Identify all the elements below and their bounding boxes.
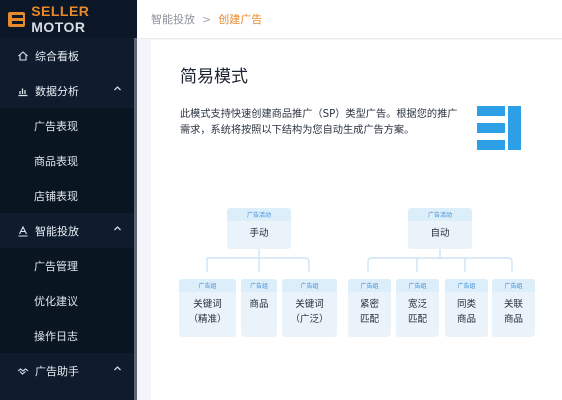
logo-seller-text: SELLER xyxy=(31,3,90,19)
breadcrumb-parent[interactable]: 智能投放 xyxy=(151,11,195,27)
adgroup-node-keyword-exact: 广告组 关键词 （精准） xyxy=(179,279,236,337)
adgroup-label-line1: 商品 xyxy=(249,299,269,310)
breadcrumb: 智能投放 > 创建广告 xyxy=(137,0,562,39)
sidebar-item-product-performance[interactable]: 商品表现 xyxy=(0,143,137,178)
campaign-tag: 广告活动 xyxy=(408,208,472,221)
adgroup-node-substitutes: 广告组 同类 商品 xyxy=(445,279,488,337)
sidebar-item-label: 操作日志 xyxy=(34,329,78,343)
sidebar-item-label: 商品表现 xyxy=(34,154,78,168)
chevron-up-icon xyxy=(113,364,122,376)
adgroup-label-line1: 关联 xyxy=(503,299,523,310)
sidebar-group-ad-assistant[interactable]: 广告助手 xyxy=(0,353,137,388)
sidebar-item-ad-management[interactable]: 广告管理 xyxy=(0,248,137,283)
adgroup-label-line2: 匹配 xyxy=(359,314,379,325)
sidebar-item-label: 广告表现 xyxy=(34,119,78,133)
adgroup-label-line2: （精准） xyxy=(188,314,227,325)
adgroup-label-line2: 匹配 xyxy=(407,314,427,325)
sidebar-item-label: 数据分析 xyxy=(35,84,79,98)
logo-icon xyxy=(8,11,26,27)
adgroup-label-line2: 商品 xyxy=(503,314,523,325)
adgroup-label-line2: 商品 xyxy=(456,314,476,325)
adgroup-node-close-match: 广告组 紧密 匹配 xyxy=(348,279,391,337)
app-logo[interactable]: SELLER MOTOR xyxy=(0,0,137,38)
adgroup-label-line1: 关键词 xyxy=(295,299,324,310)
adgroup-tag: 广告组 xyxy=(282,279,337,292)
adgroup-label-line1: 关键词 xyxy=(193,299,222,310)
text-a-icon xyxy=(17,225,29,237)
adgroup-node-product: 广告组 商品 xyxy=(241,279,277,337)
sidebar-item-label: 店铺表现 xyxy=(34,189,78,203)
main-content: 简易模式 此模式支持快速创建商品推广（SP）类型广告。根据您的推广需求，系统将按… xyxy=(151,40,562,400)
sidebar-item-label: 优化建议 xyxy=(34,294,78,308)
campaign-node-manual: 广告活动 手动 xyxy=(227,208,291,249)
adgroup-label-line1: 紧密 xyxy=(359,299,379,310)
adgroup-tag: 广告组 xyxy=(445,279,488,292)
campaign-node-auto: 广告活动 自动 xyxy=(408,208,472,249)
sidebar-scrollbar[interactable] xyxy=(134,38,137,400)
adgroup-tag: 广告组 xyxy=(179,279,236,292)
sidebar-item-label: 智能投放 xyxy=(35,224,79,238)
adgroup-label-line2: （广泛） xyxy=(290,314,329,325)
sidebar-item-store-performance[interactable]: 店铺表现 xyxy=(0,178,137,213)
sidebar-item-label: 综合看板 xyxy=(35,49,79,63)
campaign-node-label: 手动 xyxy=(249,228,269,239)
handshake-icon xyxy=(17,365,29,377)
chevron-up-icon xyxy=(113,224,122,236)
adgroup-label-line1: 宽泛 xyxy=(407,299,427,310)
chevron-up-icon xyxy=(113,84,122,96)
diagram-connectors xyxy=(206,249,513,272)
adgroup-tag: 广告组 xyxy=(492,279,535,292)
sidebar-group-smart-ads[interactable]: 智能投放 xyxy=(0,213,137,248)
sidebar-item-label: 广告管理 xyxy=(34,259,78,273)
adgroup-tag: 广告组 xyxy=(348,279,391,292)
sidebar-item-operation-log[interactable]: 操作日志 xyxy=(0,318,137,353)
breadcrumb-separator: > xyxy=(202,12,212,26)
breadcrumb-current: 创建广告 xyxy=(218,13,263,26)
sidebar-item-label: 广告助手 xyxy=(35,364,79,378)
sidebar-item-ad-performance[interactable]: 广告表现 xyxy=(0,108,137,143)
sidebar-group-data-analysis[interactable]: 数据分析 xyxy=(0,73,137,108)
adgroup-node-keyword-broad: 广告组 关键词 （广泛） xyxy=(282,279,337,337)
chart-icon xyxy=(17,85,29,97)
campaign-node-label: 自动 xyxy=(430,228,450,239)
logo-motor-text: MOTOR xyxy=(31,19,86,35)
campaign-tag: 广告活动 xyxy=(227,208,291,221)
adgroup-tag: 广告组 xyxy=(396,279,439,292)
adgroup-node-loose-match: 广告组 宽泛 匹配 xyxy=(396,279,439,337)
home-icon xyxy=(17,50,29,62)
sidebar: SELLER MOTOR 综合看板 数据分析 广告表现 商品表现 店铺表现 智能… xyxy=(0,0,137,400)
sidebar-item-optimization[interactable]: 优化建议 xyxy=(0,283,137,318)
adgroup-tag: 广告组 xyxy=(241,279,277,292)
sidebar-item-dashboard[interactable]: 综合看板 xyxy=(0,38,137,73)
adgroup-node-complements: 广告组 关联 商品 xyxy=(492,279,535,337)
adgroup-label-line1: 同类 xyxy=(456,299,476,310)
